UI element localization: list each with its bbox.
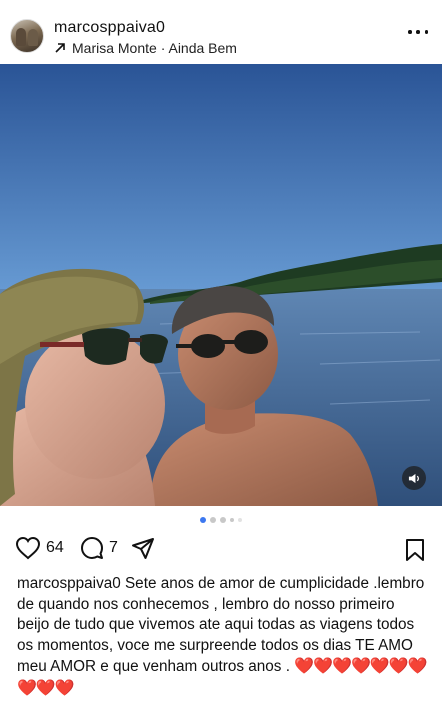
- action-bar: 64 7: [0, 536, 442, 566]
- bookmark-icon: [406, 539, 424, 561]
- share-button[interactable]: [131, 536, 155, 560]
- caption-username[interactable]: marcosppaiva0: [17, 575, 121, 592]
- post-image[interactable]: [0, 64, 442, 506]
- carousel-dot: [220, 517, 226, 523]
- audio-link[interactable]: Marisa Monte · Ainda Bem: [54, 40, 237, 56]
- share-icon: [132, 538, 154, 559]
- carousel-dot: [200, 517, 206, 523]
- comment-count: 7: [109, 539, 118, 556]
- caption: marcosppaiva0 Sete anos de amor de cumpl…: [17, 574, 428, 699]
- comment-icon: [81, 537, 103, 559]
- audio-label: Marisa Monte · Ainda Bem: [72, 40, 237, 56]
- carousel-dot: [210, 517, 216, 523]
- more-icon[interactable]: [408, 28, 428, 36]
- comment-button[interactable]: 7: [80, 536, 118, 560]
- post-header: marcosppaiva0 Marisa Monte · Ainda Bem: [0, 0, 442, 64]
- like-button[interactable]: 64: [15, 536, 64, 560]
- post-username[interactable]: marcosppaiva0: [54, 19, 165, 37]
- like-count: 64: [46, 539, 64, 556]
- carousel-dot: [238, 518, 242, 522]
- heart-icon: [15, 536, 41, 560]
- avatar[interactable]: [10, 19, 44, 53]
- carousel-indicator: [0, 517, 442, 523]
- photo-scene: [0, 64, 442, 506]
- carousel-dot: [230, 518, 234, 522]
- speaker-icon: [408, 473, 419, 483]
- sound-button[interactable]: [402, 466, 426, 490]
- arrow-up-right-icon: [55, 43, 65, 53]
- save-button[interactable]: [404, 538, 426, 567]
